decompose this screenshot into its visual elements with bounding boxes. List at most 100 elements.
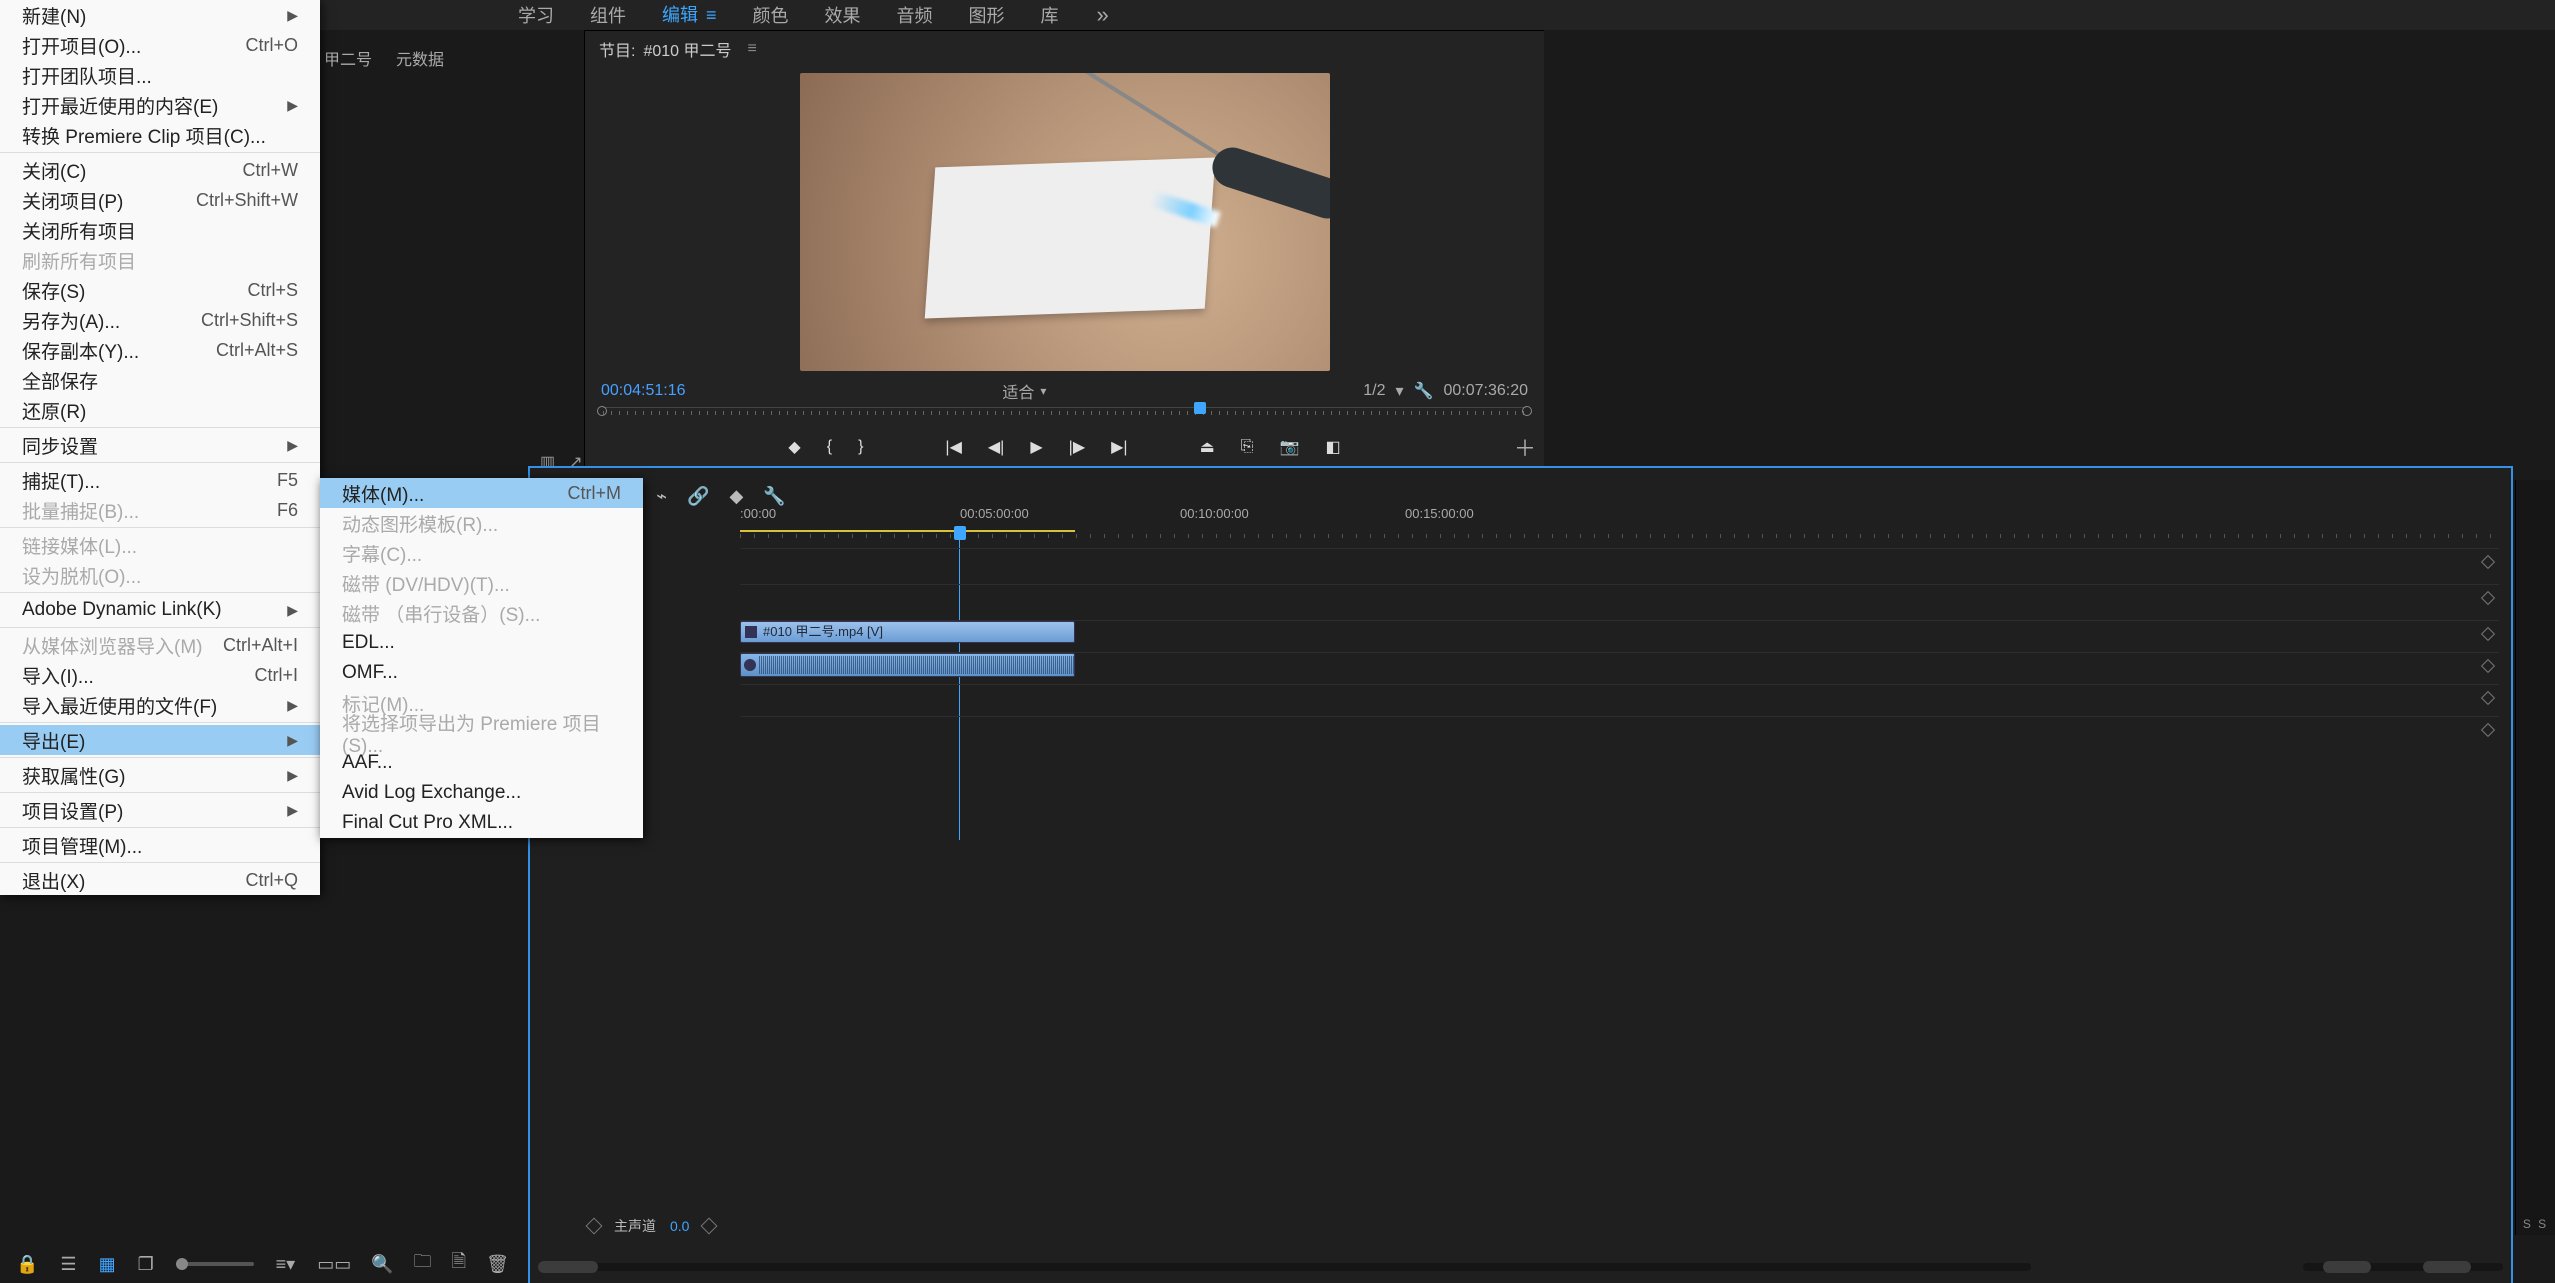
master-audio-head[interactable]: 主声道 0.0	[530, 1213, 773, 1239]
menu-item[interactable]: 保存副本(Y)...Ctrl+Alt+S	[0, 335, 320, 365]
keyframe-icon[interactable]	[2481, 691, 2495, 705]
program-zoom-fit[interactable]: 适合 ▾	[1002, 379, 1046, 403]
menu-item[interactable]: 捕捉(T)...F5	[0, 465, 320, 495]
step-forward-icon[interactable]: |▶	[1069, 437, 1085, 457]
track-a2[interactable]	[740, 684, 2499, 712]
marker-icon[interactable]: ◆	[729, 486, 743, 507]
program-resolution[interactable]: 1/2	[1363, 382, 1385, 400]
submenu-item[interactable]: Avid Log Exchange...	[320, 778, 643, 808]
ws-tab[interactable]: 库	[1023, 0, 1077, 32]
menu-item[interactable]: 关闭所有项目	[0, 215, 320, 245]
menu-item[interactable]: Adobe Dynamic Link(K)▶	[0, 595, 320, 625]
menu-item[interactable]: 转换 Premiere Clip 项目(C)...	[0, 120, 320, 150]
auto-seq-icon[interactable]: ▭▭	[317, 1254, 351, 1275]
export-frame-icon[interactable]: 📷	[1280, 437, 1300, 457]
go-to-out-icon[interactable]: ▶|	[1111, 437, 1127, 457]
ws-tab-active[interactable]: 编辑	[644, 0, 735, 33]
menu-item[interactable]: 打开项目(O)...Ctrl+O	[0, 30, 320, 60]
extract-icon[interactable]: ⎘	[1241, 438, 1254, 456]
submenu-item[interactable]: OMF...	[320, 658, 643, 688]
video-clip[interactable]: #010 甲二号.mp4 [V]	[740, 621, 1075, 643]
step-back-icon[interactable]: ◀|	[988, 437, 1004, 457]
keyframe-icon[interactable]	[2481, 555, 2495, 569]
sort-icon[interactable]: ≡▾	[276, 1254, 296, 1275]
file-menu[interactable]: 新建(N)▶打开项目(O)...Ctrl+O打开团队项目...打开最近使用的内容…	[0, 0, 320, 895]
menu-item[interactable]: 导入(I)...Ctrl+I	[0, 660, 320, 690]
submenu-item[interactable]: Final Cut Pro XML...	[320, 808, 643, 838]
track-v1[interactable]: #010 甲二号.mp4 [V]	[740, 620, 2499, 648]
menu-item[interactable]: 关闭(C)Ctrl+W	[0, 155, 320, 185]
add-button-icon[interactable]: ＋	[1514, 431, 1536, 463]
icon-view-icon[interactable]: ▦	[99, 1254, 116, 1275]
program-timecode-in[interactable]: 00:04:51:16	[601, 382, 686, 400]
add-marker-icon[interactable]: ◆	[788, 437, 800, 457]
lock-icon[interactable]: 🔒	[16, 1254, 38, 1275]
menu-item[interactable]: 全部保存	[0, 365, 320, 395]
menu-label: 关闭所有项目	[22, 217, 136, 244]
find-icon[interactable]: 🔍	[371, 1254, 393, 1275]
program-video-frame[interactable]	[800, 73, 1330, 371]
program-mini-ruler[interactable]	[603, 407, 1526, 429]
new-item-icon[interactable]: 🗎	[452, 1249, 466, 1279]
go-to-in-icon[interactable]: |◀	[945, 437, 961, 457]
menu-item[interactable]: 另存为(A)...Ctrl+Shift+S	[0, 305, 320, 335]
menu-item[interactable]: 退出(X)Ctrl+Q	[0, 865, 320, 895]
menu-item[interactable]: 项目设置(P)▶	[0, 795, 320, 825]
keyframe-icon[interactable]	[2481, 591, 2495, 605]
transport-bar: ◆ { } |◀ ◀| ▶ |▶ ▶| ⏏ ⎘ 📷 ◧ ＋	[585, 431, 1544, 457]
menu-item[interactable]: 同步设置▶	[0, 430, 320, 460]
timeline-ruler[interactable]: :00:0000:05:00:0000:10:00:0000:15:00:00	[740, 506, 2501, 540]
ws-tab[interactable]: 组件	[572, 0, 644, 32]
audio-clip[interactable]	[740, 653, 1075, 677]
submenu-item[interactable]: 媒体(M)...Ctrl+M	[320, 478, 643, 508]
menu-item[interactable]: 保存(S)Ctrl+S	[0, 275, 320, 305]
keyframe-icon[interactable]	[701, 1218, 718, 1235]
menu-item[interactable]: 获取属性(G)▶	[0, 760, 320, 790]
track-a3[interactable]	[740, 716, 2499, 744]
link-icon[interactable]: 🔗	[687, 486, 709, 507]
ws-tab[interactable]: 图形	[951, 0, 1023, 32]
list-view-icon[interactable]: ☰	[60, 1254, 76, 1275]
work-area-bar[interactable]	[740, 530, 1075, 532]
trash-icon[interactable]: 🗑	[486, 1254, 509, 1275]
track-a1[interactable]	[740, 652, 2499, 680]
ws-tab[interactable]: 效果	[807, 0, 879, 32]
keyframe-icon[interactable]	[586, 1218, 603, 1235]
mark-out-icon[interactable]: }	[858, 438, 863, 456]
compare-icon[interactable]: ◧	[1325, 437, 1340, 457]
ws-tab[interactable]: 学习	[500, 0, 572, 32]
new-bin-icon[interactable]: 🗀	[414, 1249, 432, 1279]
mark-in-icon[interactable]: {	[827, 438, 832, 456]
track-v3[interactable]	[740, 548, 2499, 576]
menu-item[interactable]: 打开最近使用的内容(E)▶	[0, 90, 320, 120]
timeline-v-zoom[interactable]	[2303, 1263, 2503, 1271]
freeform-view-icon[interactable]: ❐	[138, 1254, 154, 1275]
ws-tab[interactable]: 音频	[879, 0, 951, 32]
menu-item[interactable]: 打开团队项目...	[0, 60, 320, 90]
menu-item[interactable]: 导出(E)▶	[0, 725, 320, 755]
menu-item[interactable]: 新建(N)▶	[0, 0, 320, 30]
master-value[interactable]: 0.0	[670, 1218, 689, 1234]
lift-icon[interactable]: ⏏	[1200, 437, 1215, 457]
menu-item[interactable]: 还原(R)	[0, 395, 320, 425]
wrench-icon[interactable]: 🔧	[1414, 381, 1434, 401]
menu-item[interactable]: 关闭项目(P)Ctrl+Shift+W	[0, 185, 320, 215]
settings-icon[interactable]: 🔧	[763, 486, 785, 507]
keyframe-icon[interactable]	[2481, 659, 2495, 673]
thumb-zoom-slider[interactable]	[176, 1262, 254, 1266]
play-icon[interactable]: ▶	[1030, 437, 1042, 457]
program-playhead-icon[interactable]	[1194, 402, 1206, 414]
menu-item[interactable]: 项目管理(M)...	[0, 830, 320, 860]
snap-icon[interactable]: ⌁	[656, 486, 667, 507]
keyframe-icon[interactable]	[2481, 723, 2495, 737]
menu-item[interactable]: 导入最近使用的文件(F)▶	[0, 690, 320, 720]
timeline-h-zoom[interactable]	[538, 1263, 2031, 1271]
program-tab[interactable]: 节目: #010 甲二号	[585, 31, 1544, 67]
export-submenu[interactable]: 媒体(M)...Ctrl+M动态图形模板(R)...字幕(C)...磁带 (DV…	[320, 478, 643, 838]
ws-tab[interactable]: 颜色	[735, 0, 807, 32]
ws-overflow-icon[interactable]: »	[1077, 2, 1129, 28]
track-v2[interactable]	[740, 584, 2499, 612]
playhead-icon[interactable]	[954, 526, 966, 540]
submenu-item[interactable]: EDL...	[320, 628, 643, 658]
keyframe-icon[interactable]	[2481, 627, 2495, 641]
